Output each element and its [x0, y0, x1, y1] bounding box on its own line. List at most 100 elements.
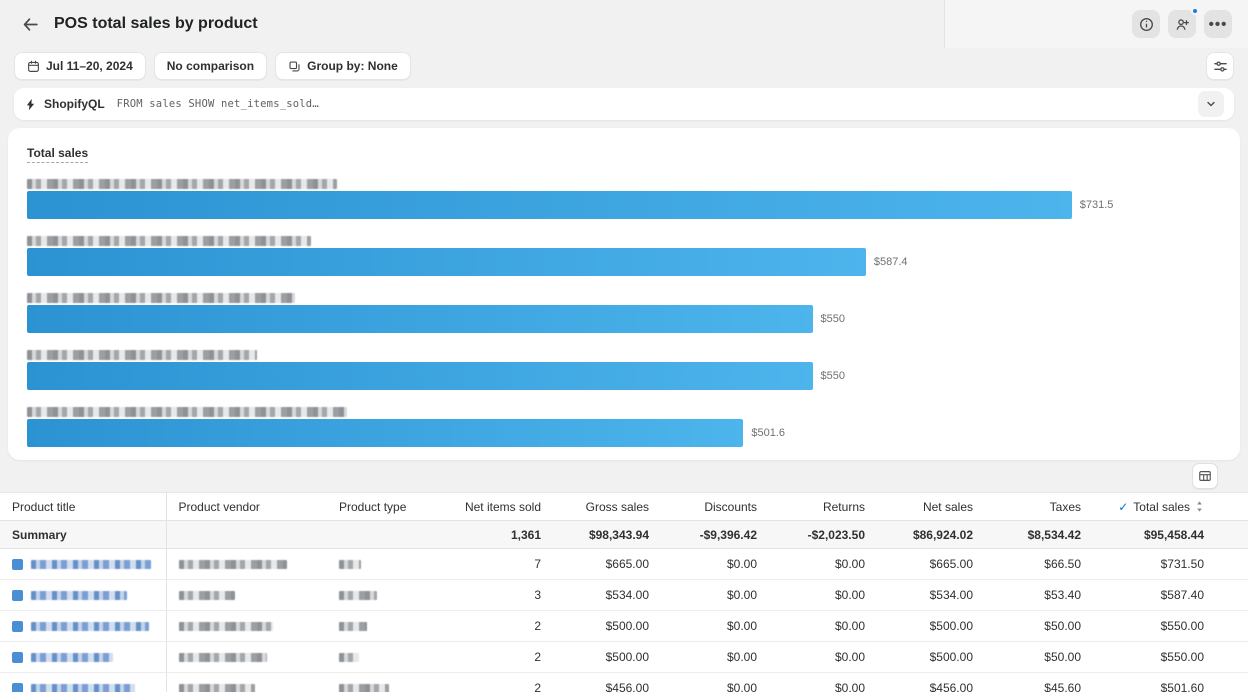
redacted-product-type [339, 684, 389, 692]
bar-value-label: $501.6 [751, 427, 785, 439]
summary-gross-sales: $98,343.94 [553, 521, 661, 549]
view-options-button[interactable] [1206, 52, 1234, 80]
col-taxes[interactable]: Taxes [985, 493, 1093, 521]
bolt-icon [24, 98, 37, 111]
page-title: POS total sales by product [54, 15, 258, 33]
product-thumbnail [12, 559, 23, 570]
table-toggle-row [0, 460, 1248, 492]
bar-chart: $731.5 $587.4 $550 $550 $501.6 [27, 175, 1221, 447]
shopifyql-bar[interactable]: ShopifyQL FROM sales SHOW net_items_sold… [14, 88, 1234, 120]
table-row[interactable]: 7 $665.00 $0.00 $0.00 $665.00 $66.50 $73… [0, 549, 1248, 580]
col-returns[interactable]: Returns [769, 493, 877, 521]
product-title-cell[interactable] [0, 642, 166, 673]
bar[interactable] [27, 191, 1072, 219]
table-view-button[interactable] [1192, 463, 1218, 489]
product-title-cell[interactable] [0, 611, 166, 642]
group-by-label: Group by: None [307, 59, 398, 73]
gross-sales-cell: $665.00 [553, 549, 661, 580]
filter-bar: Jul 11–20, 2024 No comparison Group by: … [0, 48, 1248, 84]
redacted-product-name [27, 407, 347, 417]
product-thumbnail [12, 683, 23, 692]
table-body: Summary 1,361 $98,343.94 -$9,396.42 -$2,… [0, 521, 1248, 692]
summary-returns: -$2,023.50 [769, 521, 877, 549]
redacted-product-name [27, 236, 311, 246]
col-net-sales[interactable]: Net sales [877, 493, 985, 521]
summary-net-items-sold: 1,361 [445, 521, 553, 549]
bar-category-label [27, 232, 1221, 242]
table-header-row: Product title Product vendor Product typ… [0, 493, 1248, 521]
redacted-product-vendor [179, 622, 273, 631]
bar-value-label: $550 [821, 313, 845, 325]
col-discounts[interactable]: Discounts [661, 493, 769, 521]
redacted-product-type [339, 622, 367, 631]
notification-dot [1191, 7, 1199, 15]
returns-cell: $0.00 [769, 580, 877, 611]
bar[interactable] [27, 248, 866, 276]
total-sales-cell: $731.50 [1093, 549, 1248, 580]
col-net-items-sold[interactable]: Net items sold [445, 493, 553, 521]
gross-sales-cell: $456.00 [553, 673, 661, 692]
bar[interactable] [27, 305, 813, 333]
taxes-cell: $50.00 [985, 642, 1093, 673]
bar[interactable] [27, 419, 743, 447]
table-row[interactable]: 3 $534.00 $0.00 $0.00 $534.00 $53.40 $58… [0, 580, 1248, 611]
col-gross-sales[interactable]: Gross sales [553, 493, 661, 521]
summary-net-sales: $86,924.02 [877, 521, 985, 549]
gross-sales-cell: $534.00 [553, 580, 661, 611]
summary-taxes: $8,534.42 [985, 521, 1093, 549]
returns-cell: $0.00 [769, 611, 877, 642]
product-thumbnail [12, 590, 23, 601]
gross-sales-cell: $500.00 [553, 642, 661, 673]
info-button[interactable] [1132, 10, 1160, 38]
product-type-cell [327, 642, 445, 673]
share-button[interactable] [1168, 10, 1196, 38]
product-type-cell [327, 673, 445, 692]
table-row[interactable]: 2 $456.00 $0.00 $0.00 $456.00 $45.60 $50… [0, 673, 1248, 692]
redacted-product-type [339, 591, 377, 600]
product-thumbnail [12, 652, 23, 663]
taxes-cell: $66.50 [985, 549, 1093, 580]
summary-label: Summary [0, 521, 166, 549]
gross-sales-cell: $500.00 [553, 611, 661, 642]
product-title-cell[interactable] [0, 580, 166, 611]
group-by-button[interactable]: Group by: None [275, 52, 411, 80]
bar-value-label: $587.4 [874, 256, 908, 268]
summary-discounts: -$9,396.42 [661, 521, 769, 549]
col-product-vendor[interactable]: Product vendor [166, 493, 327, 521]
product-title-cell[interactable] [0, 673, 166, 692]
taxes-cell: $53.40 [985, 580, 1093, 611]
product-title-cell[interactable] [0, 549, 166, 580]
check-icon: ✓ [1118, 500, 1128, 514]
bar-category-label [27, 289, 1221, 299]
summary-total-sales: $95,458.44 [1093, 521, 1248, 549]
expand-query-button[interactable] [1198, 91, 1224, 117]
total-sales-cell: $587.40 [1093, 580, 1248, 611]
taxes-cell: $50.00 [985, 611, 1093, 642]
product-vendor-cell [166, 611, 327, 642]
date-range-button[interactable]: Jul 11–20, 2024 [14, 52, 146, 80]
back-button[interactable] [16, 10, 44, 38]
table-row[interactable]: 2 $500.00 $0.00 $0.00 $500.00 $50.00 $55… [0, 611, 1248, 642]
total-sales-cell: $501.60 [1093, 673, 1248, 692]
bar-value-label: $550 [821, 370, 845, 382]
bar-category-label [27, 403, 1221, 413]
chart-card: Total sales $731.5 $587.4 $550 $550 [8, 128, 1240, 460]
header-actions: ••• [1132, 10, 1232, 38]
sliders-icon [1213, 59, 1228, 74]
discounts-cell: $0.00 [661, 580, 769, 611]
col-total-sales[interactable]: ✓Total sales [1093, 493, 1248, 521]
comparison-button[interactable]: No comparison [154, 52, 267, 80]
col-product-title[interactable]: Product title [0, 493, 166, 521]
product-thumbnail [12, 621, 23, 632]
table-row[interactable]: 2 $500.00 $0.00 $0.00 $500.00 $50.00 $55… [0, 642, 1248, 673]
col-product-type[interactable]: Product type [327, 493, 445, 521]
product-vendor-cell [166, 673, 327, 692]
redacted-product-name [27, 293, 295, 303]
more-actions-button[interactable]: ••• [1204, 10, 1232, 38]
redacted-product-name [27, 179, 337, 189]
bar[interactable] [27, 362, 813, 390]
page-header: POS total sales by product ••• [0, 0, 1248, 48]
net-sales-cell: $500.00 [877, 611, 985, 642]
product-type-cell [327, 580, 445, 611]
redacted-product-title [31, 653, 113, 662]
